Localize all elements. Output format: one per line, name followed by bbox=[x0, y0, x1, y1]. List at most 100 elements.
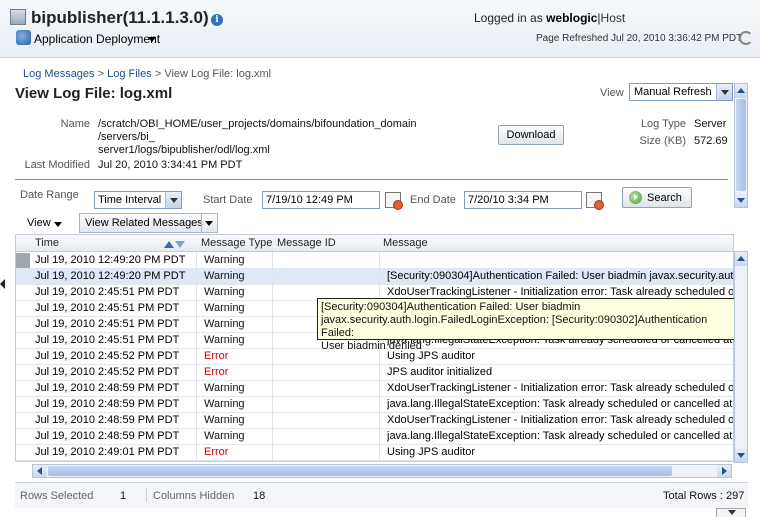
chevron-down-icon[interactable] bbox=[54, 222, 62, 227]
sort-asc-icon[interactable] bbox=[164, 241, 174, 248]
cell-message: XdoUserTrackingListener - Initialization… bbox=[387, 286, 733, 298]
cell-time: Jul 19, 2010 2:48:59 PM PDT bbox=[35, 398, 180, 410]
cell-message: Using JPS auditor bbox=[387, 446, 476, 458]
table-row[interactable]: Jul 19, 2010 12:49:20 PM PDT Warning [Secu… bbox=[16, 269, 733, 285]
cell-time: Jul 19, 2010 2:48:59 PM PDT bbox=[35, 430, 180, 442]
date-range-select[interactable]: Time Interval bbox=[94, 191, 182, 209]
cell-message: XdoUserTrackingListener - Initialization… bbox=[387, 382, 733, 394]
table-header: Time Message Type Message ID Message bbox=[16, 235, 733, 252]
column-header-message[interactable]: Message bbox=[383, 237, 428, 249]
cell-message-type: Warning bbox=[204, 254, 245, 266]
total-rows: Total Rows : 297 bbox=[663, 490, 745, 502]
chevron-down-icon[interactable] bbox=[165, 192, 181, 208]
cell-time: Jul 19, 2010 2:48:59 PM PDT bbox=[35, 414, 180, 426]
log-type-label: Log Type bbox=[640, 118, 686, 130]
start-date-label: Start Date bbox=[203, 194, 253, 206]
search-go-icon bbox=[629, 191, 642, 204]
cell-time: Jul 19, 2010 2:45:52 PM PDT bbox=[35, 350, 180, 362]
page-title: View Log File: log.xml bbox=[15, 85, 173, 102]
last-modified-value: Jul 20, 2010 3:34:41 PM PDT bbox=[98, 159, 243, 171]
size-label: Size (KB) bbox=[639, 135, 686, 147]
view-menu[interactable]: View bbox=[27, 217, 51, 229]
search-button[interactable]: Search bbox=[622, 187, 692, 208]
columns-hidden-label: Columns Hidden bbox=[153, 490, 235, 502]
download-button[interactable]: Download bbox=[498, 125, 564, 145]
divider bbox=[15, 179, 728, 180]
log-type-value: Server bbox=[694, 118, 727, 130]
column-header-message-id[interactable]: Message ID bbox=[277, 237, 336, 249]
table-row[interactable]: Jul 19, 2010 2:48:59 PM PDT Warning XdoUse… bbox=[16, 413, 733, 429]
cell-message: [Security:090304]Authentication Failed: … bbox=[387, 270, 733, 282]
refresh-mode-select[interactable]: Manual Refresh bbox=[629, 83, 733, 101]
chevron-down-icon[interactable] bbox=[716, 84, 732, 100]
scroll-right-icon[interactable] bbox=[717, 465, 731, 477]
app-title: bipublisher(11.1.1.3.0) bbox=[31, 8, 209, 27]
sort-desc-icon[interactable] bbox=[175, 241, 185, 248]
table-footer: Rows Selected 1 Columns Hidden 18 Total … bbox=[15, 482, 748, 508]
cell-message-type: Warning bbox=[204, 318, 245, 330]
end-date-label: End Date bbox=[410, 194, 456, 206]
table-horizontal-scrollbar[interactable] bbox=[32, 464, 732, 478]
scroll-left-icon[interactable] bbox=[33, 465, 47, 477]
last-modified-label: Last Modified bbox=[24, 159, 90, 171]
file-name-line2: /servers/bi_ bbox=[98, 131, 155, 143]
table-row[interactable]: Jul 19, 2010 2:48:59 PM PDT Warning java.l… bbox=[16, 397, 733, 413]
chevron-down-icon[interactable] bbox=[148, 37, 156, 42]
rows-selected-value: 1 bbox=[120, 490, 127, 502]
rows-selected-label: Rows Selected bbox=[20, 490, 94, 502]
cell-time: Jul 19, 2010 2:45:51 PM PDT bbox=[35, 302, 180, 314]
chevron-down-icon[interactable] bbox=[205, 221, 213, 226]
expand-bottom-icon[interactable] bbox=[716, 508, 746, 517]
cell-time: Jul 19, 2010 2:45:51 PM PDT bbox=[35, 318, 180, 330]
cell-message-type: Warning bbox=[204, 334, 245, 346]
table-row[interactable]: Jul 19, 2010 2:49:01 PM PDT Error Using JP… bbox=[16, 445, 733, 461]
cell-message-type: Warning bbox=[204, 430, 245, 442]
size-value: 572.69 bbox=[694, 135, 728, 147]
file-name-line3: server1/logs/bipublisher/odl/log.xml bbox=[98, 144, 270, 156]
table-row[interactable]: Jul 19, 2010 2:45:52 PM PDT Error JPS audi… bbox=[16, 365, 733, 381]
scroll-up-icon[interactable] bbox=[735, 84, 747, 98]
column-header-time[interactable]: Time bbox=[35, 237, 59, 249]
cell-time: Jul 19, 2010 12:49:20 PM PDT bbox=[35, 270, 186, 282]
date-range-label: Date Range bbox=[20, 189, 79, 201]
info-icon[interactable]: i bbox=[211, 14, 223, 26]
end-date-input[interactable]: 7/20/10 3:34 PM bbox=[464, 191, 582, 209]
message-tooltip: [Security:090304]Authentication Failed: … bbox=[317, 298, 747, 352]
scroll-thumb[interactable] bbox=[736, 99, 746, 191]
app-deployment-menu[interactable]: Application Deployment bbox=[34, 32, 160, 46]
cell-message-type: Error bbox=[204, 350, 229, 362]
logged-in-label: Logged in as bbox=[474, 11, 543, 25]
logged-in-info: Logged in as weblogic|Host bbox=[474, 11, 626, 25]
table-vertical-scrollbar[interactable] bbox=[734, 251, 748, 463]
collapse-pane-icon[interactable] bbox=[0, 279, 5, 289]
breadcrumb-log-messages[interactable]: Log Messages bbox=[23, 68, 95, 80]
cell-time: Jul 19, 2010 2:48:59 PM PDT bbox=[35, 382, 180, 394]
scroll-down-icon[interactable] bbox=[735, 448, 747, 462]
page-scrollbar[interactable] bbox=[734, 83, 748, 208]
row-selector[interactable] bbox=[16, 253, 30, 268]
scroll-up-icon[interactable] bbox=[735, 252, 747, 266]
name-label: Name bbox=[60, 118, 90, 130]
table-row[interactable]: Jul 19, 2010 2:48:59 PM PDT Warning java.l… bbox=[16, 429, 733, 445]
breadcrumb-current: View Log File: log.xml bbox=[164, 68, 272, 80]
table-row[interactable]: Jul 19, 2010 12:49:20 PM PDT Warning bbox=[16, 253, 733, 269]
start-date-input[interactable]: 7/19/10 12:49 PM bbox=[262, 191, 380, 209]
cell-time: Jul 19, 2010 2:45:51 PM PDT bbox=[35, 286, 180, 298]
cell-message-type: Warning bbox=[204, 382, 245, 394]
columns-hidden-value: 18 bbox=[253, 490, 266, 502]
cell-message-type: Warning bbox=[204, 398, 245, 410]
breadcrumb-log-files[interactable]: Log Files bbox=[107, 68, 152, 80]
column-header-message-type[interactable]: Message Type bbox=[201, 237, 272, 249]
calendar-icon[interactable] bbox=[586, 192, 604, 210]
cell-message: java.lang.IllegalStateException: Task al… bbox=[387, 430, 733, 442]
scroll-down-icon[interactable] bbox=[735, 193, 747, 207]
host-link[interactable]: Host bbox=[601, 11, 626, 25]
refresh-icon[interactable] bbox=[739, 31, 753, 45]
scroll-thumb[interactable] bbox=[48, 466, 672, 476]
view-related-messages-button[interactable]: View Related Messages bbox=[79, 213, 218, 233]
view-label: View bbox=[600, 87, 624, 99]
cell-message: java.lang.IllegalStateException: Task al… bbox=[387, 398, 733, 410]
calendar-icon[interactable] bbox=[385, 192, 403, 210]
table-row[interactable]: Jul 19, 2010 2:48:59 PM PDT Warning XdoUse… bbox=[16, 381, 733, 397]
app-icon bbox=[10, 9, 26, 25]
